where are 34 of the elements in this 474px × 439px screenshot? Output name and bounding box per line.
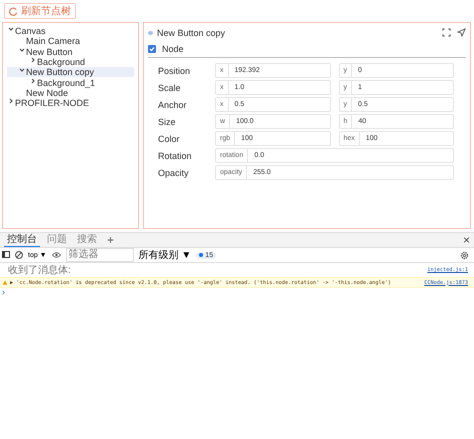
clear-icon[interactable] xyxy=(15,251,23,259)
prompt-caret[interactable]: › xyxy=(0,288,474,297)
property-label: Size xyxy=(158,116,177,126)
console-message: 收到了消息体: xyxy=(8,264,71,277)
warning-icon xyxy=(2,280,8,285)
eye-icon[interactable] xyxy=(52,252,61,258)
property-label: Opacity xyxy=(158,168,190,178)
tree-item[interactable]: New Button xyxy=(7,46,134,57)
levels-dropdown[interactable]: 所有级别 ▼ xyxy=(138,248,192,262)
node-dot-icon xyxy=(148,30,153,34)
sidebar-icon[interactable] xyxy=(2,251,10,258)
node-checkbox[interactable] xyxy=(148,45,156,53)
fullscreen-icon[interactable] xyxy=(442,28,451,37)
property-label: Position xyxy=(158,66,192,76)
tree-item[interactable]: PROFILER-NODE xyxy=(7,98,134,108)
component-label: Node xyxy=(162,44,184,54)
tree-item[interactable]: Background xyxy=(7,56,134,68)
add-tab-button[interactable]: + xyxy=(104,234,118,246)
tree-item[interactable]: New Node xyxy=(7,88,134,98)
tree-item[interactable]: Background_1 xyxy=(7,77,134,88)
node-title: New Button copy xyxy=(157,28,226,38)
property-label: Rotation xyxy=(158,150,193,160)
send-icon[interactable] xyxy=(457,28,466,37)
property-label: Scale xyxy=(158,82,182,92)
tree-item[interactable]: Main Camera xyxy=(7,36,134,47)
settings-icon[interactable] xyxy=(460,250,469,260)
tree-item[interactable]: New Button copy xyxy=(7,67,134,78)
property-label: Color xyxy=(158,134,181,144)
property-label: Anchor xyxy=(158,100,188,110)
refresh-icon xyxy=(9,6,18,16)
tree-item[interactable]: Canvas xyxy=(7,26,134,36)
close-button[interactable]: × xyxy=(462,233,470,247)
filter-field[interactable]: 筛选器 xyxy=(66,248,134,262)
console-tab[interactable]: 控制台 xyxy=(4,233,40,247)
